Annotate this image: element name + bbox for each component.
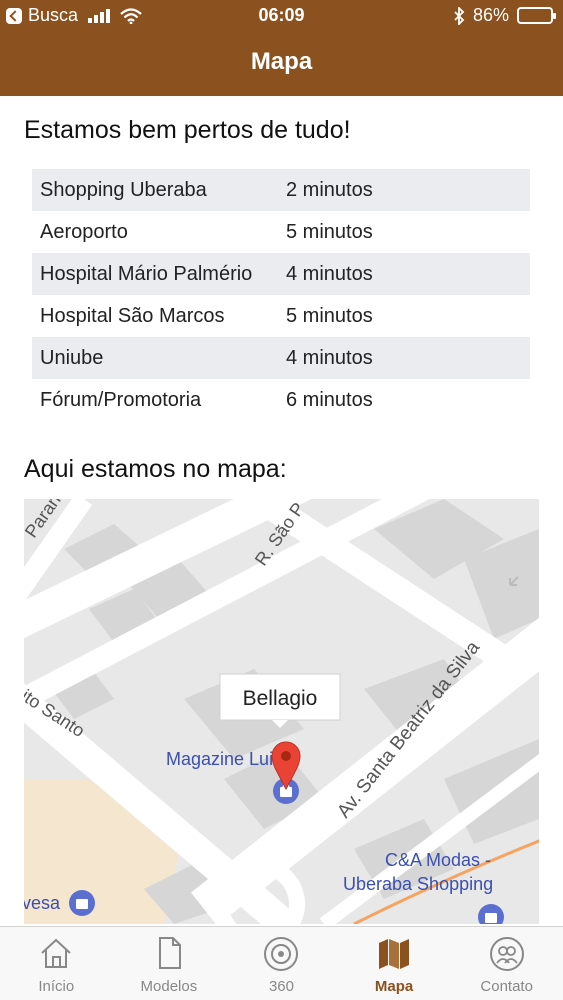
bluetooth-icon [454,6,465,25]
travel-time: 2 minutos [282,169,530,211]
shopping-bag-icon[interactable] [69,890,95,916]
360-view-icon [264,937,299,971]
tab-modelos[interactable]: Modelos [113,927,226,1000]
tab-contato[interactable]: Contato [450,927,563,1000]
battery-percent: 86% [472,5,509,25]
tab-bar: Início Modelos 360 Mapa Contato [0,926,563,1000]
travel-time: 4 minutos [282,253,530,295]
status-bar: Busca 06:09 86% [0,0,563,32]
page-title: Mapa [250,48,313,75]
battery-icon [517,7,556,24]
tab-label: Início [38,978,75,995]
distance-row: Uniube 4 minutos [32,337,530,379]
poi-label-cea-2[interactable]: Uberaba Shopping [343,874,493,894]
distance-table: Shopping Uberaba 2 minutos Aeroporto 5 minu… [32,169,530,421]
travel-time: 5 minutos [286,304,373,327]
info-window[interactable]: Bellagio [219,673,341,728]
place-name: Hospital Mário Palmério [32,253,282,295]
app-header: Busca 06:09 86% Mapa [0,0,563,96]
place-name: Aeroporto [40,220,128,243]
home-icon [41,938,71,968]
info-window-title: Bellagio [243,687,318,710]
travel-time: 6 minutos [286,388,373,411]
tab-inicio[interactable]: Início [0,927,113,1000]
travel-time: 4 minutos [282,337,530,379]
nearby-heading: Estamos bem pertos de tudo! [24,116,351,144]
document-icon [158,937,181,969]
place-name: Hospital São Marcos [40,304,225,327]
tab-label: Contato [480,978,533,995]
poi-label-cea-1[interactable]: C&A Modas - [385,850,491,870]
distance-row: Hospital São Marcos 5 minutos [32,295,530,337]
distance-row: Shopping Uberaba 2 minutos [32,169,530,211]
tab-mapa[interactable]: Mapa [338,927,451,1000]
distance-row: Hospital Mário Palmério 4 minutos [32,253,530,295]
place-name: Uniube [32,337,282,379]
map-heading: Aqui estamos no mapa: [24,455,287,483]
distance-row: Aeroporto 5 minutos [32,211,530,253]
travel-time: 5 minutos [286,220,373,243]
contact-icon [489,937,524,971]
tab-label: Mapa [374,978,414,995]
map-icon [379,939,410,969]
distance-row: Fórum/Promotoria 6 minutos [32,379,530,421]
map-view[interactable]: Paraná R. São P ito Santo Av. Santa Beat… [24,499,539,924]
poi-label-vesa[interactable]: vesa [24,893,61,913]
place-name: Shopping Uberaba [32,169,282,211]
tab-360[interactable]: 360 [225,927,338,1000]
place-name: Fórum/Promotoria [40,388,202,411]
tab-label: Modelos [140,978,198,995]
tab-label: 360 [268,978,294,995]
